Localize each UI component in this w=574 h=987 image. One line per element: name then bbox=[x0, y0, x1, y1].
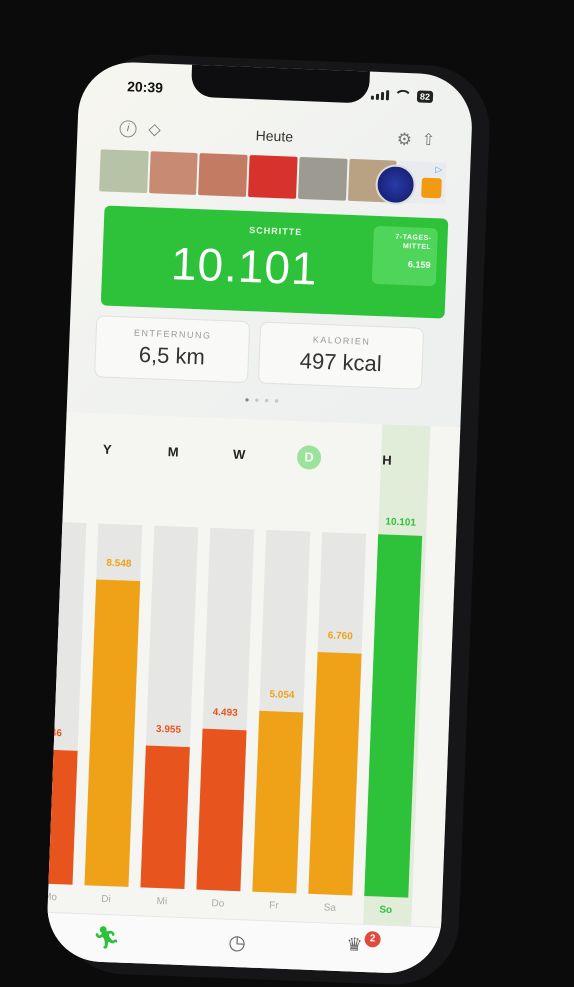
calories-value: 497 kcal bbox=[299, 348, 383, 377]
bar-mo[interactable] bbox=[45, 748, 78, 885]
trophy-icon[interactable]: ♛ bbox=[346, 934, 363, 956]
bar-sa[interactable] bbox=[308, 651, 362, 896]
bar-value-label: 8.548 bbox=[106, 557, 132, 570]
avg-label-line2: MITTEL bbox=[402, 242, 432, 252]
distance-value: 6,5 km bbox=[138, 341, 206, 370]
running-icon[interactable]: 🏃︎ bbox=[92, 925, 121, 952]
calories-label: KALORIEN bbox=[312, 334, 371, 347]
history-icon[interactable]: ◷ bbox=[228, 930, 246, 956]
phone-screen: 20:39 82 i ◇ Heute ⚙ ⇧ ▷ SCHRITTE 10.101… bbox=[45, 60, 474, 975]
ad-image bbox=[198, 153, 248, 197]
distance-label: ENTFERNUNG bbox=[133, 327, 212, 341]
day-label: Mo bbox=[45, 891, 58, 904]
status-icons: 82 bbox=[370, 89, 434, 104]
ad-logo bbox=[421, 177, 442, 199]
calories-card[interactable]: KALORIEN 497 kcal bbox=[257, 321, 425, 390]
ad-image bbox=[148, 151, 199, 196]
bar-value-label: 5.054 bbox=[269, 689, 295, 701]
day-label: Fr bbox=[268, 900, 279, 912]
seven-day-average[interactable]: 7-TAGES- MITTEL 6.159 bbox=[371, 225, 438, 287]
avg-value: 6.159 bbox=[407, 259, 431, 271]
day-label: Sa bbox=[323, 902, 337, 914]
steps-chart: ⠿ YMWDH46Mo8.548Di3.955Mi4.493Do5.054Fr6… bbox=[45, 412, 461, 927]
wifi-icon bbox=[393, 89, 413, 103]
ad-choices-icon[interactable]: ▷ bbox=[435, 164, 442, 175]
bar-value-label: 4.493 bbox=[212, 706, 238, 719]
bar-value-label: 10.101 bbox=[385, 516, 417, 529]
ad-image bbox=[297, 156, 348, 201]
gear-icon[interactable]: ⚙ bbox=[395, 130, 414, 150]
bar-mi[interactable] bbox=[140, 745, 190, 890]
ad-image bbox=[99, 149, 149, 194]
day-label: Mi bbox=[156, 895, 168, 908]
battery-icon: 82 bbox=[416, 90, 434, 104]
range-tab-m[interactable]: M bbox=[161, 440, 186, 465]
bar-value-label: 3.955 bbox=[155, 724, 182, 737]
bar-fr[interactable] bbox=[252, 710, 304, 894]
day-label: Do bbox=[211, 898, 225, 910]
ad-image bbox=[248, 155, 298, 199]
award-count-badge: 2 bbox=[364, 931, 381, 948]
bar-do[interactable] bbox=[196, 728, 247, 892]
distance-card[interactable]: ENTFERNUNG 6,5 km bbox=[93, 315, 251, 384]
signal-icon bbox=[370, 90, 390, 101]
range-tab-y[interactable]: Y bbox=[95, 437, 120, 462]
bar-value-label: 6.760 bbox=[327, 630, 353, 643]
page-indicator: ●●●● bbox=[244, 395, 285, 406]
share-icon[interactable]: ⇧ bbox=[419, 132, 438, 151]
range-tab-h[interactable]: H bbox=[375, 448, 400, 473]
range-tab-d[interactable]: D bbox=[296, 445, 322, 470]
steps-value: 10.101 bbox=[170, 237, 319, 295]
range-tab-w[interactable]: W bbox=[227, 442, 252, 467]
bar-di[interactable] bbox=[84, 579, 141, 887]
day-label: Di bbox=[101, 893, 111, 906]
steps-card[interactable]: SCHRITTE 10.101 7-TAGES- MITTEL 6.159 bbox=[100, 205, 449, 319]
bar-value-label: 46 bbox=[50, 727, 63, 739]
day-label: So bbox=[379, 904, 393, 917]
status-time: 20:39 bbox=[126, 78, 164, 96]
ad-banner[interactable]: ▷ bbox=[99, 149, 447, 206]
